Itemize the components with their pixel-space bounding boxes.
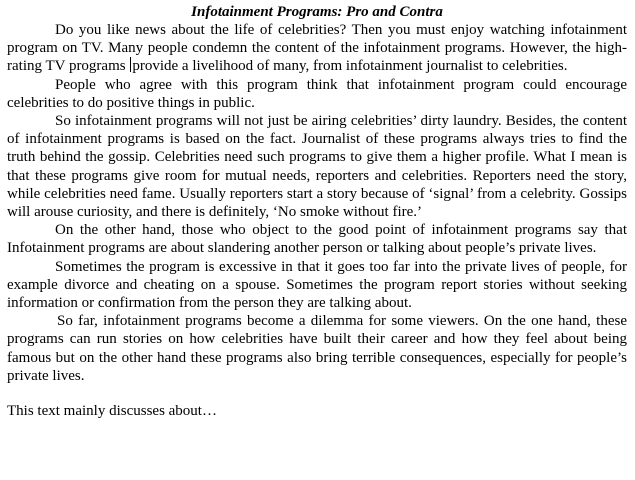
paragraph-4[interactable]: On the other hand, those who object to t… — [7, 221, 627, 257]
paragraph-2[interactable]: People who agree with this program think… — [7, 76, 627, 112]
document-title: Infotainment Programs: Pro and Contra — [191, 4, 443, 20]
paragraph-1[interactable]: Do you like news about the life of celeb… — [7, 21, 627, 76]
question-prompt[interactable]: This text mainly discusses about… — [7, 402, 627, 420]
paragraph-6[interactable]: So far, infotainment programs become a d… — [7, 312, 627, 385]
text-caret — [130, 57, 132, 73]
paragraph-3[interactable]: So infotainment programs will not just b… — [7, 112, 627, 221]
paragraph-5[interactable]: Sometimes the program is excessive in th… — [7, 258, 627, 313]
document-page: Infotainment Programs: Pro and Contra Do… — [7, 3, 627, 420]
